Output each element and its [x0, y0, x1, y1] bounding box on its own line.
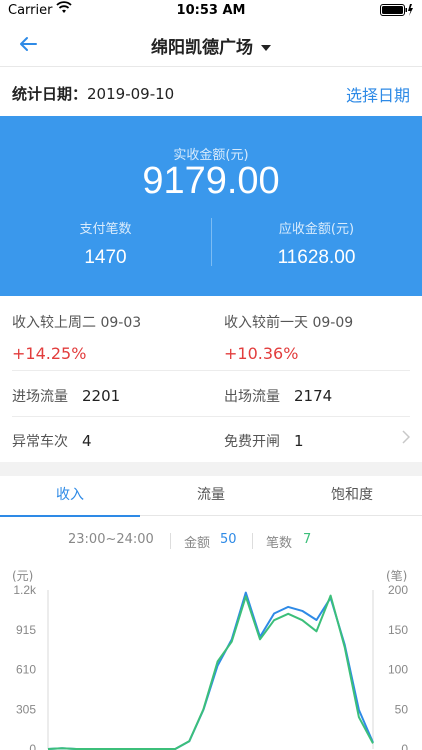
right-tick-label: 100: [388, 663, 408, 677]
abnormal-vehicles: 异常车次 4: [12, 431, 92, 451]
caret-down-icon: [261, 45, 271, 51]
chevron-right-icon[interactable]: [402, 430, 410, 444]
exit-flow-label: 出场流量: [224, 389, 280, 405]
left-tick-label: 1.2k: [13, 583, 37, 597]
receivable-amount-label: 应收金额(元): [278, 222, 355, 237]
free-gate-open-value: 1: [294, 432, 304, 450]
legend-amount-label: 金额: [184, 536, 211, 551]
abnormal-vehicles-value: 4: [82, 432, 92, 450]
exit-flow: 出场流量 2174: [224, 386, 332, 406]
entry-flow-label: 进场流量: [12, 389, 68, 405]
left-tick-label: 915: [16, 623, 36, 637]
legend-count-value: 7: [303, 532, 312, 547]
clock: 10:53 AM: [176, 3, 246, 18]
tab-income-label: 收入: [56, 487, 84, 503]
status-bar: Carrier 10:53 AM: [0, 0, 422, 22]
select-date-button[interactable]: 选择日期: [346, 82, 410, 106]
tab-income[interactable]: 收入: [0, 476, 140, 517]
tab-indicator: [0, 515, 140, 517]
count-series-line: [47, 594, 374, 750]
stats-panel: 收入较上周二 09-03 +14.25% 收入较前一天 09-09 +10.36…: [0, 296, 422, 462]
battery-icon: [380, 4, 413, 16]
compare-day-value: +10.36%: [224, 344, 299, 363]
payment-count-value: 1470: [84, 247, 127, 268]
abnormal-vehicles-label: 异常车次: [12, 434, 68, 450]
free-gate-open[interactable]: 免费开闸 1: [224, 431, 304, 451]
free-gate-open-label: 免费开闸: [224, 434, 280, 450]
income-chart: (元) (笔) 1.2k 200 915 150 610 100 305 50 0 0: [12, 568, 409, 750]
divider: [12, 416, 410, 417]
right-tick-label: 200: [388, 583, 408, 597]
compare-yesterday: 收入较前一天 09-09 +10.36%: [224, 312, 422, 363]
right-tick-label: 0: [401, 742, 408, 750]
right-tick-label: 50: [395, 702, 409, 716]
nav-bar: 绵阳凯德广场: [0, 22, 422, 66]
payment-count-label: 支付笔数: [79, 222, 132, 237]
tab-saturation[interactable]: 饱和度: [282, 476, 422, 516]
legend-separator: [252, 533, 253, 549]
stat-date-label: 统计日期：: [12, 85, 88, 103]
amount-series-line: [47, 591, 374, 750]
left-tick-label: 610: [16, 663, 36, 677]
entry-flow-value: 2201: [82, 387, 121, 405]
legend-separator: [170, 533, 171, 549]
section-gap: [0, 462, 422, 476]
exit-flow-value: 2174: [294, 387, 333, 405]
stat-date: 统计日期：2019-09-10: [12, 83, 174, 104]
compare-last-week: 收入较上周二 09-03 +14.25%: [12, 312, 212, 363]
compare-week-value: +14.25%: [12, 344, 87, 363]
tab-traffic[interactable]: 流量: [141, 476, 281, 516]
receivable-amount-block: 应收金额(元) 11628.00: [211, 218, 422, 269]
revenue-summary: 实收金额(元) 9179.00 支付笔数 1470 应收金额(元) 11628.…: [0, 116, 422, 296]
divider: [12, 370, 410, 371]
chart-tabs: 收入 流量 饱和度: [0, 476, 422, 517]
left-axis-unit: (元): [12, 569, 33, 583]
date-row: 统计日期：2019-09-10 选择日期: [0, 66, 422, 116]
tab-traffic-label: 流量: [197, 487, 225, 503]
right-axis-unit: (笔): [386, 568, 407, 583]
parking-lot-selector[interactable]: 绵阳凯德广场: [0, 33, 422, 58]
received-amount: 9179.00: [142, 160, 280, 202]
tab-saturation-label: 饱和度: [331, 487, 373, 503]
stat-date-value: 2019-09-10: [87, 85, 175, 103]
legend-count-label: 笔数: [266, 536, 293, 551]
compare-day-label: 收入较前一天 09-09: [224, 315, 354, 331]
right-tick-label: 150: [388, 623, 408, 637]
left-tick-label: 0: [29, 742, 36, 750]
entry-flow: 进场流量 2201: [12, 386, 120, 406]
legend-time-range: 23:00~24:00: [68, 532, 154, 547]
left-tick-label: 305: [16, 702, 36, 716]
payment-count-block: 支付笔数 1470: [0, 218, 211, 269]
page-title: 绵阳凯德广场: [151, 38, 253, 58]
receivable-amount-value: 11628.00: [277, 247, 356, 268]
legend-amount-value: 50: [220, 532, 237, 547]
compare-week-label: 收入较上周二 09-03: [12, 315, 142, 331]
chart-legend: 23:00~24:00 金额 50 笔数 7: [0, 532, 422, 552]
